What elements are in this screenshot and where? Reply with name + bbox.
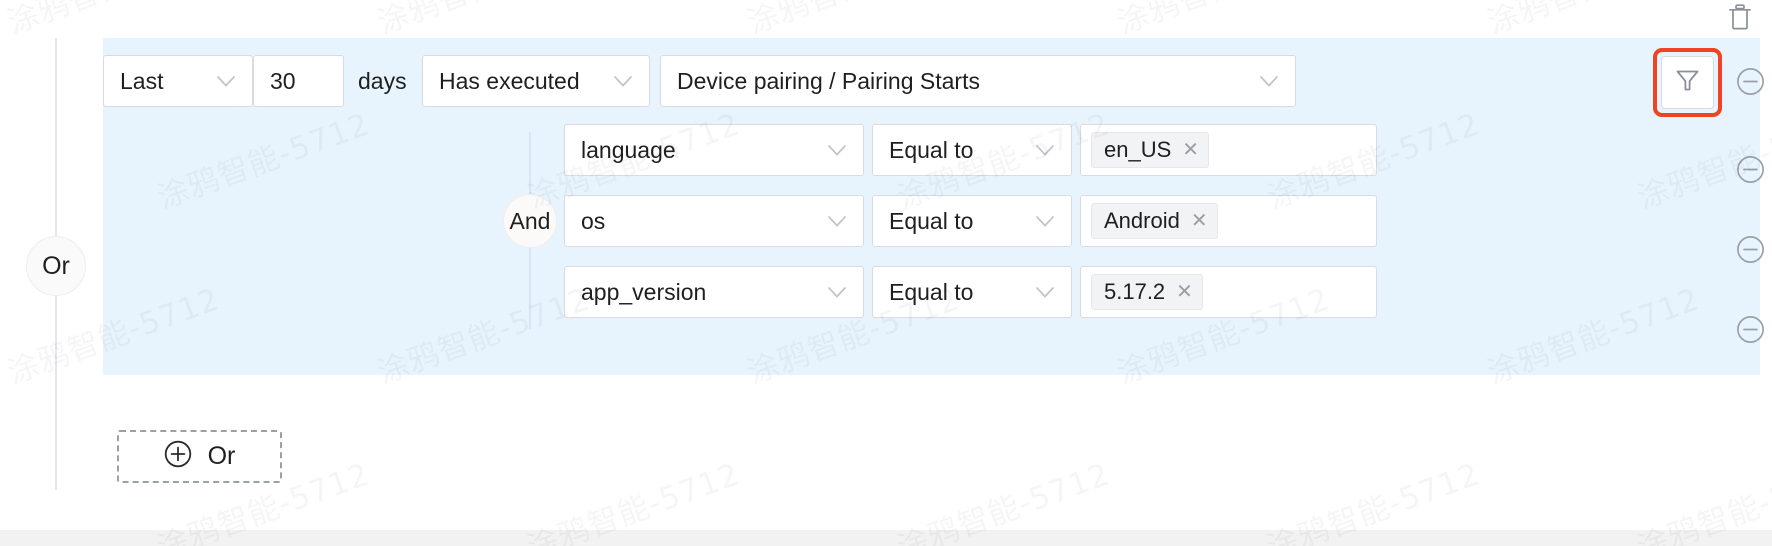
event-condition-select[interactable]: Has executed [422,55,650,107]
and-group-badge[interactable]: And [503,194,557,248]
condition-value-text-1: Android [1104,208,1180,233]
event-name-value: Device pairing / Pairing Starts [677,67,980,94]
and-group-badge-label: And [509,207,551,234]
chevron-down-icon [1035,215,1055,228]
condition-operator-value-0: Equal to [889,136,974,163]
group-toolbar [0,0,1772,38]
chevron-down-icon [827,144,847,157]
condition-attribute-select-2[interactable]: app_version [564,266,864,318]
condition-attribute-value-2: app_version [581,278,707,305]
close-x-icon[interactable]: ✕ [1182,140,1199,160]
condition-value-chip-2: 5.17.2 ✕ [1091,274,1203,310]
condition-attribute-select-1[interactable]: os [564,195,864,247]
add-or-group-label: Or [207,442,236,470]
page-bottom-strip [0,530,1772,546]
condition-attribute-value-1: os [581,207,606,234]
chevron-down-icon [613,75,633,88]
condition-row: app_version Equal to 5.17.2 ✕ [564,266,1377,318]
condition-operator-select-1[interactable]: Equal to [872,195,1072,247]
condition-operator-value-1: Equal to [889,207,974,234]
funnel-filter-icon [1674,67,1701,99]
chevron-down-icon [1035,144,1055,157]
condition-value-input-2[interactable]: 5.17.2 ✕ [1080,266,1377,318]
time-range-value: 30 [270,67,296,94]
event-condition-value: Has executed [439,67,580,94]
trash-icon[interactable] [1725,2,1755,32]
or-group-badge-label: Or [42,251,70,280]
remove-condition-button-1[interactable] [1735,234,1765,264]
property-filter-button-wrapper [1653,48,1722,117]
property-filter-button[interactable] [1661,56,1714,109]
condition-value-chip-1: Android ✕ [1091,203,1218,239]
remove-condition-button-0[interactable] [1735,154,1765,184]
chevron-down-icon [827,286,847,299]
or-group-badge[interactable]: Or [26,236,86,296]
condition-row: os Equal to Android ✕ [564,195,1377,247]
condition-value-input-1[interactable]: Android ✕ [1080,195,1377,247]
remove-event-row-button[interactable] [1735,66,1765,96]
condition-row: language Equal to en_US ✕ [564,124,1377,176]
chevron-down-icon [216,75,236,88]
time-range-mode-select[interactable]: Last [103,55,253,107]
plus-circle-icon [164,440,192,473]
condition-attribute-select-0[interactable]: language [564,124,864,176]
query-builder-root: Or Last 30 days Has executed Device pair… [0,0,1772,546]
chevron-down-icon [827,215,847,228]
close-x-icon[interactable]: ✕ [1191,211,1208,231]
chevron-down-icon [1035,286,1055,299]
condition-operator-select-2[interactable]: Equal to [872,266,1072,318]
chevron-down-icon [1259,75,1279,88]
condition-value-chip-0: en_US ✕ [1091,132,1210,168]
event-definition-row: Last 30 days Has executed Device pairing… [103,55,1296,107]
time-range-value-input[interactable]: 30 [253,55,344,107]
remove-condition-button-2[interactable] [1735,314,1765,344]
event-name-select[interactable]: Device pairing / Pairing Starts [660,55,1296,107]
condition-value-text-0: en_US [1104,137,1172,162]
condition-value-input-0[interactable]: en_US ✕ [1080,124,1377,176]
condition-value-text-2: 5.17.2 [1104,279,1166,304]
close-x-icon[interactable]: ✕ [1176,282,1193,302]
condition-attribute-value-0: language [581,136,676,163]
condition-operator-select-0[interactable]: Equal to [872,124,1072,176]
condition-operator-value-2: Equal to [889,278,974,305]
add-or-group-button[interactable]: Or [117,430,282,483]
time-range-mode-value: Last [120,67,164,94]
time-range-unit-label: days [358,67,407,94]
watermark-text: 涂鸦智能-5712 [0,99,5,218]
